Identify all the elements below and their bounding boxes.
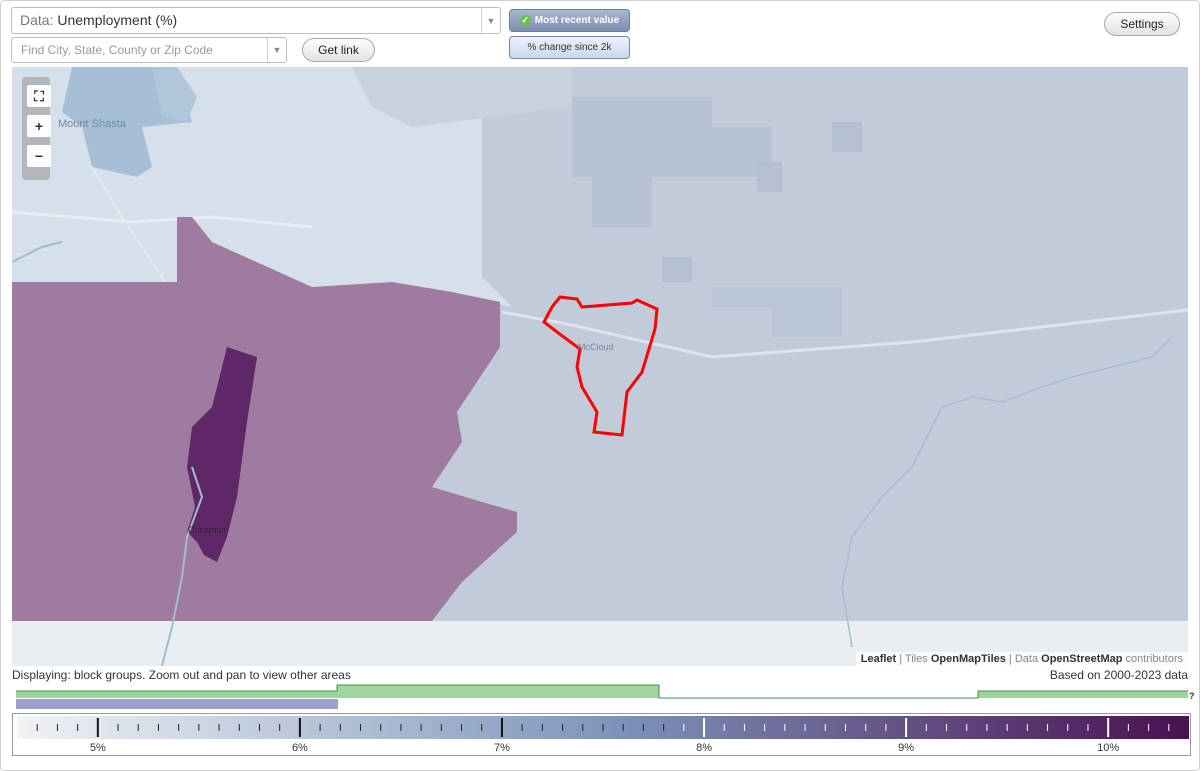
data-select[interactable]: Data: Unemployment (%) ▼: [11, 7, 501, 34]
settings-button[interactable]: Settings: [1104, 12, 1180, 36]
checkmark-icon: ✓: [519, 15, 531, 26]
percent-change-button[interactable]: % change since 2k: [509, 36, 630, 59]
data-select-value: Unemployment (%): [57, 12, 178, 28]
legend-tick-label: 8%: [696, 742, 712, 754]
data-prefix: Data: [1014, 653, 1039, 665]
selected-range-bar: [16, 699, 338, 709]
openstreetmap-link[interactable]: OpenStreetMap: [1041, 653, 1122, 665]
fullscreen-icon[interactable]: ⛶: [27, 85, 51, 107]
openmaptiles-link[interactable]: OpenMapTiles: [931, 653, 1006, 665]
map-canvas: Mount Shasta McCloud Dunsmuir: [12, 67, 1188, 666]
map-attribution: Leaflet | Tiles OpenMapTiles | Data Open…: [855, 652, 1188, 666]
histogram-unknown-mark: ?: [1189, 691, 1195, 701]
legend-tick-label: 9%: [898, 742, 914, 754]
location-search-input[interactable]: Find City, State, County or Zip Code ▼: [11, 37, 287, 63]
legend-tick-label: 10%: [1097, 742, 1119, 754]
legend-tick-label: 6%: [292, 742, 308, 754]
histogram: ?: [16, 684, 1195, 709]
zoom-in-button[interactable]: +: [27, 115, 51, 137]
legend-tick-label: 5%: [90, 742, 106, 754]
contributors-text: contributors: [1125, 653, 1183, 665]
data-range-status: Based on 2000-2023 data: [1049, 668, 1188, 682]
leaflet-link[interactable]: Leaflet: [861, 653, 896, 665]
get-link-button[interactable]: Get link: [302, 38, 375, 62]
map-label-mount-shasta: Mount Shasta: [58, 118, 127, 130]
most-recent-value-label: Most recent value: [534, 15, 620, 26]
tiles-prefix: Tiles: [904, 653, 928, 665]
most-recent-value-button[interactable]: ✓ Most recent value: [509, 9, 630, 32]
zoom-control: ⛶ + −: [22, 77, 51, 180]
legend-tick-label: 7%: [494, 742, 510, 754]
data-select-prefix: Data:: [20, 12, 54, 28]
color-legend[interactable]: 5% 6% 7% 8% 9% 10%: [12, 713, 1191, 756]
displaying-status: Displaying: block groups. Zoom out and p…: [12, 668, 351, 682]
zoom-out-button[interactable]: −: [27, 145, 51, 167]
map-label-dunsmuir: Dunsmuir: [188, 525, 227, 535]
map-view[interactable]: Mount Shasta McCloud Dunsmuir ⛶ + − Leaf…: [12, 67, 1188, 666]
map-label-mccloud: McCloud: [578, 342, 614, 352]
search-placeholder: Find City, State, County or Zip Code: [21, 43, 213, 57]
chevron-down-icon[interactable]: ▼: [481, 8, 500, 33]
chevron-down-icon[interactable]: ▼: [267, 38, 286, 62]
legend-scale: 5% 6% 7% 8% 9% 10%: [17, 716, 1189, 754]
